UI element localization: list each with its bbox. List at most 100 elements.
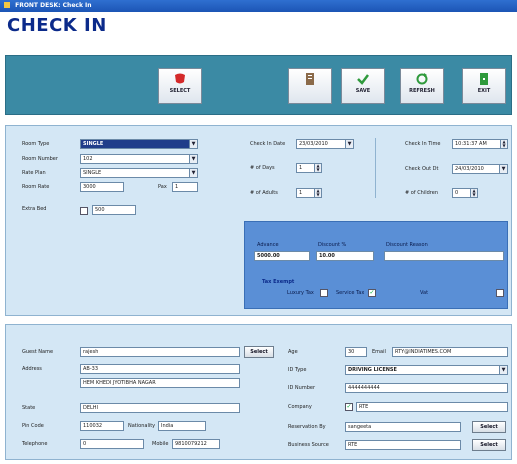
- no-of-children-label: # of Children: [405, 190, 438, 196]
- extra-bed-checkbox[interactable]: [80, 207, 88, 215]
- calendar-dropdown-icon[interactable]: ▼: [499, 165, 507, 173]
- pin-code-input[interactable]: 110032: [80, 421, 124, 431]
- state-label: State: [22, 405, 36, 411]
- address-line2-input[interactable]: HEM KHEDI JYOTIBHA NAGAR: [80, 378, 240, 388]
- discount-reason-input[interactable]: [384, 251, 504, 261]
- address-label: Address: [22, 366, 42, 372]
- chevron-down-icon[interactable]: ▼: [189, 155, 197, 163]
- advance-input[interactable]: 5000.00: [254, 251, 310, 261]
- id-number-input[interactable]: 4444444444: [345, 383, 508, 393]
- reservation-by-input[interactable]: sangeeta: [345, 422, 461, 432]
- nationality-input[interactable]: India: [158, 421, 206, 431]
- checkin-time-picker[interactable]: 10:31:37 AM ▲ ▼: [452, 139, 508, 149]
- checkin-time-value: 10:31:37 AM: [455, 141, 487, 147]
- no-of-days-value: 1: [299, 165, 303, 171]
- chevron-down-icon[interactable]: ▼: [189, 169, 197, 177]
- advance-discount-box: [244, 221, 508, 309]
- select-label: SELECT: [169, 88, 191, 94]
- no-of-days-label: # of Days: [250, 165, 275, 171]
- select-button[interactable]: SELECT: [158, 68, 202, 104]
- mobile-input[interactable]: 9810079212: [172, 439, 220, 449]
- state-input[interactable]: DELHI: [80, 403, 240, 413]
- save-button[interactable]: SAVE: [341, 68, 385, 104]
- rate-plan-dropdown[interactable]: SINGLE ▼: [80, 168, 198, 178]
- document-icon: [306, 73, 314, 85]
- discount-reason-label: Discount Reason: [386, 242, 428, 248]
- guest-name-value: rajesh: [83, 349, 99, 355]
- address-line1-input[interactable]: AB-33: [80, 364, 240, 374]
- chevron-down-icon[interactable]: ▼: [189, 140, 197, 148]
- refresh-button[interactable]: REFRESH: [400, 68, 444, 104]
- spinner-arrows-icon[interactable]: ▲ ▼: [470, 189, 477, 197]
- no-of-adults-value: 1: [299, 190, 303, 196]
- email-value: RTY@INDIATIMES.COM: [395, 349, 452, 355]
- extra-bed-value: 500: [95, 207, 105, 213]
- calendar-dropdown-icon[interactable]: ▼: [345, 140, 353, 148]
- exit-button[interactable]: EXIT: [462, 68, 506, 104]
- checkin-time-label: Check In Time: [405, 141, 441, 147]
- checkin-date-value: 23/03/2010: [299, 141, 328, 147]
- discount-input[interactable]: 10.00: [316, 251, 374, 261]
- refresh-label: REFRESH: [409, 88, 435, 94]
- checkout-label: Check Out Dt: [405, 166, 439, 172]
- select-icon: [175, 73, 185, 84]
- room-number-value: 102: [83, 156, 93, 162]
- guest-name-label: Guest Name: [22, 349, 54, 355]
- room-type-value: SINGLE: [83, 141, 104, 147]
- mobile-label: Mobile: [152, 441, 169, 447]
- no-of-children-stepper[interactable]: 0 ▲ ▼: [452, 188, 478, 198]
- app-icon: [4, 2, 10, 8]
- exit-label: EXIT: [477, 88, 491, 94]
- no-of-adults-label: # of Adults: [250, 190, 278, 196]
- vat-checkbox[interactable]: [496, 289, 504, 297]
- toolbar: SELECT SAVE REFRESH EXIT: [5, 55, 512, 115]
- id-type-value: DRIVING LICENSE: [348, 367, 397, 373]
- service-tax-checkbox[interactable]: ✓: [368, 289, 376, 297]
- select-business-button[interactable]: Select: [472, 439, 506, 451]
- rate-plan-label: Rate Plan: [22, 170, 46, 176]
- company-checkbox[interactable]: ✓: [345, 403, 353, 411]
- age-input[interactable]: 30: [345, 347, 367, 357]
- reservation-by-value: sangeeta: [348, 424, 372, 430]
- spinner-arrows-icon[interactable]: ▲ ▼: [314, 189, 321, 197]
- pin-code-label: Pin Code: [22, 423, 44, 429]
- id-number-value: 4444444444: [348, 385, 380, 391]
- no-of-days-stepper[interactable]: 1 ▲ ▼: [296, 163, 322, 173]
- select-reservation-button[interactable]: Select: [472, 421, 506, 433]
- extra-bed-input[interactable]: 500: [92, 205, 136, 215]
- advance-label: Advance: [257, 242, 279, 248]
- room-type-dropdown[interactable]: SINGLE ▼: [80, 139, 198, 149]
- luxury-tax-checkbox[interactable]: [320, 289, 328, 297]
- rate-plan-value: SINGLE: [83, 170, 102, 176]
- room-number-label: Room Number: [22, 156, 58, 162]
- no-of-children-value: 0: [455, 190, 459, 196]
- email-input[interactable]: RTY@INDIATIMES.COM: [392, 347, 508, 357]
- no-of-adults-stepper[interactable]: 1 ▲ ▼: [296, 188, 322, 198]
- spinner-arrows-icon[interactable]: ▲ ▼: [500, 140, 507, 148]
- print-button[interactable]: [288, 68, 332, 104]
- checkin-date-label: Check In Date: [250, 141, 286, 147]
- business-source-value: RTE: [348, 442, 358, 448]
- company-input[interactable]: RTE: [356, 402, 508, 412]
- pax-input[interactable]: 1: [172, 182, 198, 192]
- refresh-icon: [416, 73, 428, 85]
- telephone-input[interactable]: 0: [80, 439, 144, 449]
- business-source-input[interactable]: RTE: [345, 440, 461, 450]
- room-number-dropdown[interactable]: 102 ▼: [80, 154, 198, 164]
- checkout-date-picker[interactable]: 24/03/2010 ▼: [452, 164, 508, 174]
- column-divider: [375, 138, 376, 198]
- service-tax-label: Service Tax: [336, 290, 365, 296]
- address-line2-value: HEM KHEDI JYOTIBHA NAGAR: [83, 380, 156, 386]
- chevron-down-icon[interactable]: ▼: [499, 366, 507, 374]
- checkin-date-picker[interactable]: 23/03/2010 ▼: [296, 139, 354, 149]
- id-type-dropdown[interactable]: DRIVING LICENSE ▼: [345, 365, 508, 375]
- spinner-arrows-icon[interactable]: ▲ ▼: [314, 164, 321, 172]
- room-rate-input[interactable]: 3000: [80, 182, 124, 192]
- advance-value: 5000.00: [257, 253, 280, 259]
- room-rate-label: Room Rate: [22, 184, 50, 190]
- nationality-label: Nationality: [128, 423, 156, 429]
- pax-value: 1: [175, 184, 179, 190]
- state-value: DELHI: [83, 405, 99, 411]
- guest-name-input[interactable]: rajesh: [80, 347, 240, 357]
- select-guest-button[interactable]: Select: [244, 346, 274, 358]
